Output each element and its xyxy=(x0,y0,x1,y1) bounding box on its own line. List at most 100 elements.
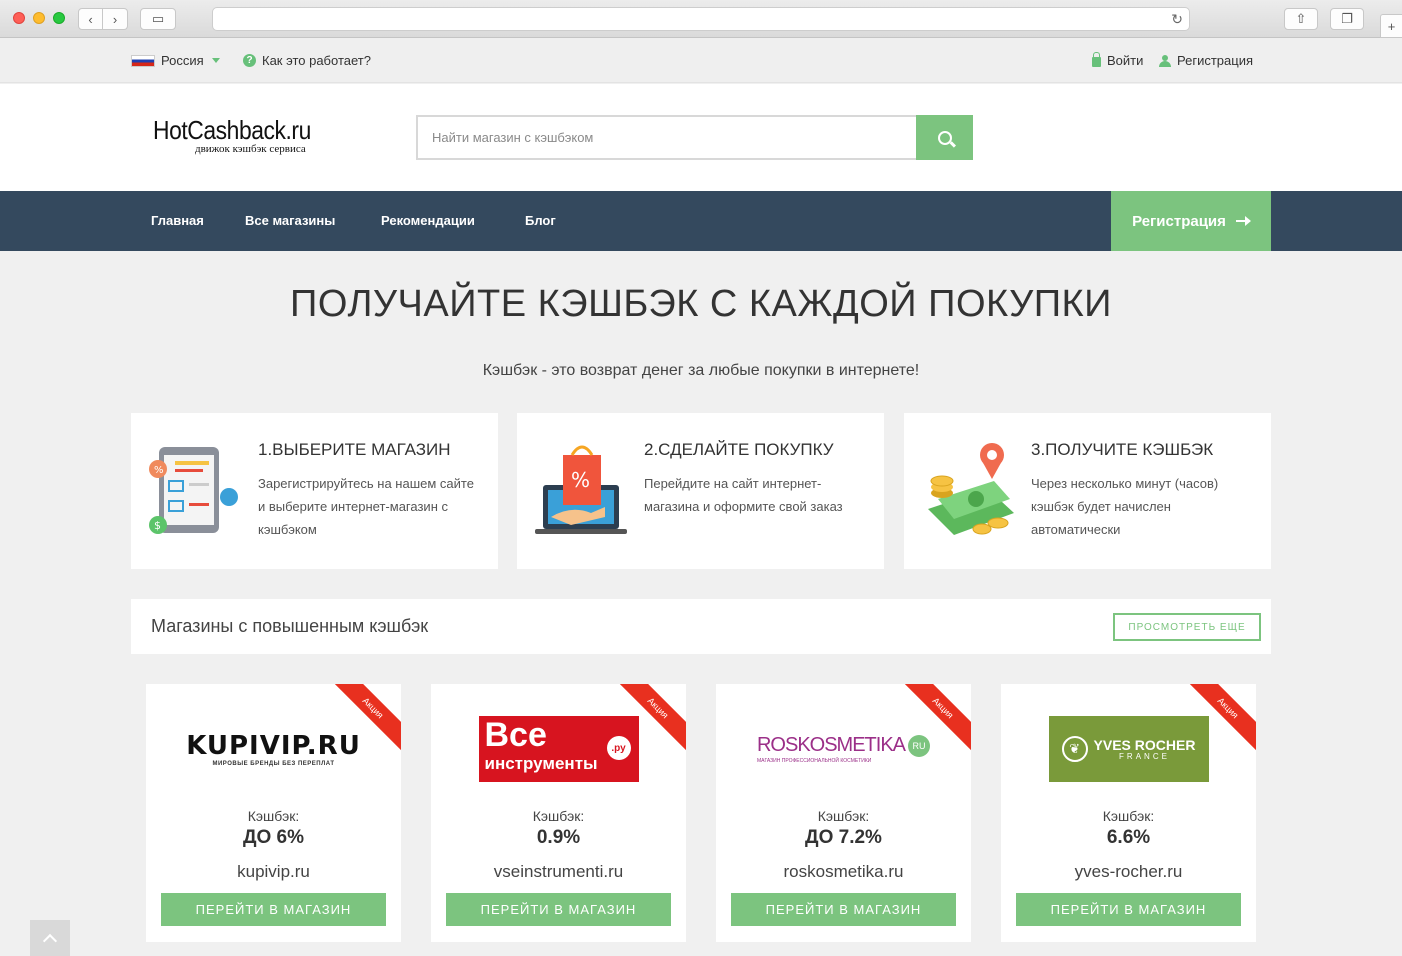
search-button[interactable] xyxy=(916,115,973,160)
go-to-store-button[interactable]: ПЕРЕЙТИ В МАГАЗИН xyxy=(731,893,956,926)
how-it-works-link[interactable]: ? Как это работает? xyxy=(243,53,371,68)
country-selector[interactable]: Россия xyxy=(131,53,220,68)
svg-text:$: $ xyxy=(154,519,161,532)
store-domain: kupivip.ru xyxy=(237,862,310,881)
share-icon: ⇧ xyxy=(1295,11,1307,26)
plus-icon: + xyxy=(1387,18,1396,34)
go-to-store-button[interactable]: ПЕРЕЙТИ В МАГАЗИН xyxy=(446,893,671,926)
vseinstrumenti-logo: Все инструменты .ру xyxy=(478,716,639,782)
store-logo-badge: RU xyxy=(908,734,931,757)
forward-button[interactable]: › xyxy=(103,8,128,30)
question-icon: ? xyxy=(243,54,256,67)
svg-text:%: % xyxy=(571,468,590,492)
step-text: Через несколько минут (часов) кэшбэк буд… xyxy=(1031,476,1219,537)
register-label: Регистрация xyxy=(1177,53,1253,68)
tabs-icon: ❐ xyxy=(1341,11,1353,26)
nav-item-recommendations[interactable]: Рекомендации xyxy=(381,213,475,228)
minimize-window-button[interactable] xyxy=(33,12,45,24)
store-logo-tagline: FRANCE xyxy=(1119,751,1170,761)
step-card-2: % 2.СДЕЛАЙТЕ ПОКУПКУ Перейдите на сайт и… xyxy=(517,413,884,569)
store-card-roskosmetika[interactable]: Акция ROSKOSMETIKA RU МАГАЗИН ПРОФЕССИОН… xyxy=(716,684,971,942)
leaf-icon: ❦ xyxy=(1061,736,1088,762)
arrow-right-icon xyxy=(1235,216,1251,226)
svg-text:%: % xyxy=(154,465,164,476)
chevron-right-icon: › xyxy=(112,11,118,27)
hero-subtitle: Кэшбэк - это возврат денег за любые поку… xyxy=(482,362,920,379)
step-card-3: 3.ПОЛУЧИТЕ КЭШБЭК Через несколько минут … xyxy=(904,413,1271,569)
lock-icon xyxy=(1092,52,1101,67)
how-it-works-label: Как это работает? xyxy=(262,53,371,68)
store-logo-text: YVES ROCHER xyxy=(1093,736,1196,753)
user-icon xyxy=(1159,54,1171,67)
step-title: 3.ПОЛУЧИТЕ КЭШБЭК xyxy=(1031,440,1214,459)
go-to-store-button[interactable]: ПЕРЕЙТИ В МАГАЗИН xyxy=(1016,893,1241,926)
store-card-vseinstrumenti[interactable]: Акция Все инструменты .ру Кэшбэк: 0.9% v… xyxy=(431,684,686,942)
tab-overview-button[interactable]: ❐ xyxy=(1330,8,1364,30)
caret-down-icon xyxy=(211,58,220,63)
cashback-label: Кэшбэк: xyxy=(247,808,300,824)
cashback-label: Кэшбэк: xyxy=(532,808,585,824)
close-window-button[interactable] xyxy=(13,12,25,24)
sidebar-icon: ▭ xyxy=(151,11,165,26)
chevron-up-icon xyxy=(42,933,58,949)
browser-toolbar: ‹ › ▭ ↻ ⇧ ❐ + xyxy=(0,0,1402,38)
share-button[interactable]: ⇧ xyxy=(1284,8,1318,30)
search-input[interactable] xyxy=(418,117,918,158)
logo-title: HotCashback.ru xyxy=(153,115,311,145)
main-nav: Главная Все магазины Рекомендации Блог Р… xyxy=(0,191,1402,251)
nav-item-home[interactable]: Главная xyxy=(151,213,204,228)
site-logo[interactable]: HotCashback.ru движок кэшбэк сервиса xyxy=(153,115,332,155)
promoted-stores-title: Магазины с повышенным кэшбэк xyxy=(151,616,429,636)
promoted-stores-header: Магазины с повышенным кэшбэк ПРОСМОТРЕТЬ… xyxy=(131,599,1271,654)
cashback-value: 0.9% xyxy=(536,827,581,848)
store-logo[interactable]: ❦ YVES ROCHER FRANCE xyxy=(1001,704,1256,794)
login-link[interactable]: Войти xyxy=(1092,52,1144,68)
nav-item-blog[interactable]: Блог xyxy=(525,213,556,228)
store-logo[interactable]: KUPIVIP.RU МИРОВЫЕ БРЕНДЫ БЕЗ ПЕРЕПЛАТ xyxy=(146,704,401,794)
store-domain: vseinstrumenti.ru xyxy=(493,862,624,881)
store-logo-text: KUPIVIP.RU xyxy=(186,731,361,761)
laptop-shopping-bag-icon: % xyxy=(535,445,627,534)
store-card-yves-rocher[interactable]: Акция ❦ YVES ROCHER FRANCE Кэшбэк: 6.6% … xyxy=(1001,684,1256,942)
store-logo-text: ROSKOSMETIKA xyxy=(756,734,906,756)
nav-item-all-stores[interactable]: Все магазины xyxy=(245,213,335,228)
zoom-window-button[interactable] xyxy=(53,12,65,24)
view-more-button[interactable]: ПРОСМОТРЕТЬ ЕЩЕ xyxy=(1113,613,1261,641)
login-label: Войти xyxy=(1107,53,1144,68)
store-logo-badge: .ру xyxy=(606,736,631,760)
yves-rocher-logo: ❦ YVES ROCHER FRANCE xyxy=(1048,716,1209,782)
nav-register-button[interactable]: Регистрация xyxy=(1111,191,1271,251)
back-button[interactable]: ‹ xyxy=(78,8,103,30)
sidebar-toggle-button[interactable]: ▭ xyxy=(140,8,176,30)
address-bar[interactable]: ↻ xyxy=(212,7,1190,31)
tablet-shopping-icon: % $ xyxy=(149,447,238,534)
store-domain: roskosmetika.ru xyxy=(783,862,904,881)
cashback-value: ДО 6% xyxy=(242,827,305,848)
country-label: Россия xyxy=(161,53,204,68)
go-to-store-button[interactable]: ПЕРЕЙТИ В МАГАЗИН xyxy=(161,893,386,926)
hero-title: ПОЛУЧАЙТЕ КЭШБЭК С КАЖДОЙ ПОКУПКИ xyxy=(290,283,1112,325)
store-logo[interactable]: Все инструменты .ру xyxy=(431,704,686,794)
cashback-label: Кэшбэк: xyxy=(817,808,870,824)
store-card-kupivip[interactable]: Акция KUPIVIP.RU МИРОВЫЕ БРЕНДЫ БЕЗ ПЕРЕ… xyxy=(146,684,401,942)
chevron-left-icon: ‹ xyxy=(88,11,93,27)
store-domain: yves-rocher.ru xyxy=(1074,862,1183,881)
nav-register-label: Регистрация xyxy=(1132,212,1226,230)
search-icon xyxy=(937,130,952,145)
store-logo-text-2: инструменты xyxy=(484,754,598,773)
top-bar: Россия ? Как это работает? Войти Регистр… xyxy=(0,38,1402,83)
store-logo[interactable]: ROSKOSMETIKA RU МАГАЗИН ПРОФЕССИОНАЛЬНОЙ… xyxy=(716,704,971,794)
site-header: HotCashback.ru движок кэшбэк сервиса xyxy=(0,84,1402,191)
register-link[interactable]: Регистрация xyxy=(1159,53,1253,68)
new-tab-button[interactable]: + xyxy=(1380,14,1402,38)
logo-subtitle: движок кэшбэк сервиса xyxy=(195,143,306,155)
search-form xyxy=(416,115,973,160)
store-logo-text: Все xyxy=(484,716,547,754)
russia-flag-icon xyxy=(131,54,155,67)
scroll-to-top-button[interactable] xyxy=(30,920,70,956)
store-logo-tagline: МИРОВЫЕ БРЕНДЫ БЕЗ ПЕРЕПЛАТ xyxy=(212,761,335,767)
cashback-label: Кэшбэк: xyxy=(1102,808,1155,824)
cashback-value: ДО 7.2% xyxy=(805,827,882,848)
reload-icon[interactable]: ↻ xyxy=(1171,11,1183,28)
step-text: Зарегистрируйтесь на нашем сайте и выбер… xyxy=(258,476,474,537)
